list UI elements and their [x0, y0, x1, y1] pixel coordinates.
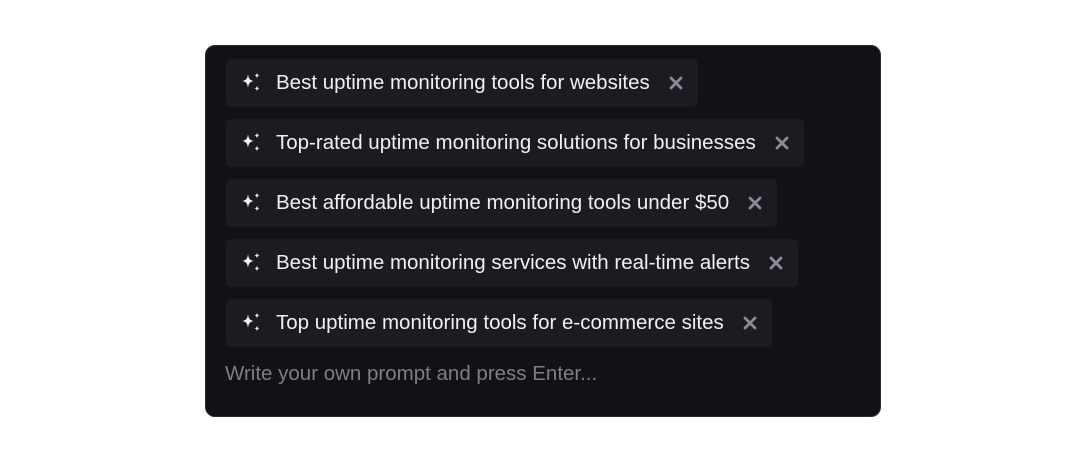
prompt-input[interactable] [225, 357, 845, 391]
close-icon[interactable] [747, 195, 763, 211]
suggestion-label: Top uptime monitoring tools for e-commer… [276, 310, 724, 334]
suggestion-label: Best uptime monitoring tools for website… [276, 70, 650, 94]
suggestion-label: Best affordable uptime monitoring tools … [276, 190, 730, 214]
suggestion-list: Best uptime monitoring tools for website… [226, 59, 804, 347]
suggestion-label: Top-rated uptime monitoring solutions fo… [276, 130, 756, 154]
close-icon[interactable] [768, 255, 784, 271]
suggestion-chip[interactable]: Top-rated uptime monitoring solutions fo… [226, 119, 804, 167]
prompt-suggestions-panel: Best uptime monitoring tools for website… [205, 45, 881, 417]
suggestion-chip[interactable]: Top uptime monitoring tools for e-commer… [226, 299, 772, 347]
suggestion-chip[interactable]: Best affordable uptime monitoring tools … [226, 179, 778, 227]
suggestion-chip[interactable]: Best uptime monitoring services with rea… [226, 239, 798, 287]
sparkles-icon [240, 72, 262, 94]
sparkles-icon [240, 252, 262, 274]
suggestion-chip[interactable]: Best uptime monitoring tools for website… [226, 59, 698, 107]
suggestion-label: Best uptime monitoring services with rea… [276, 250, 750, 274]
sparkles-icon [240, 132, 262, 154]
close-icon[interactable] [742, 315, 758, 331]
sparkles-icon [240, 192, 262, 214]
close-icon[interactable] [774, 135, 790, 151]
sparkles-icon [240, 312, 262, 334]
close-icon[interactable] [668, 75, 684, 91]
